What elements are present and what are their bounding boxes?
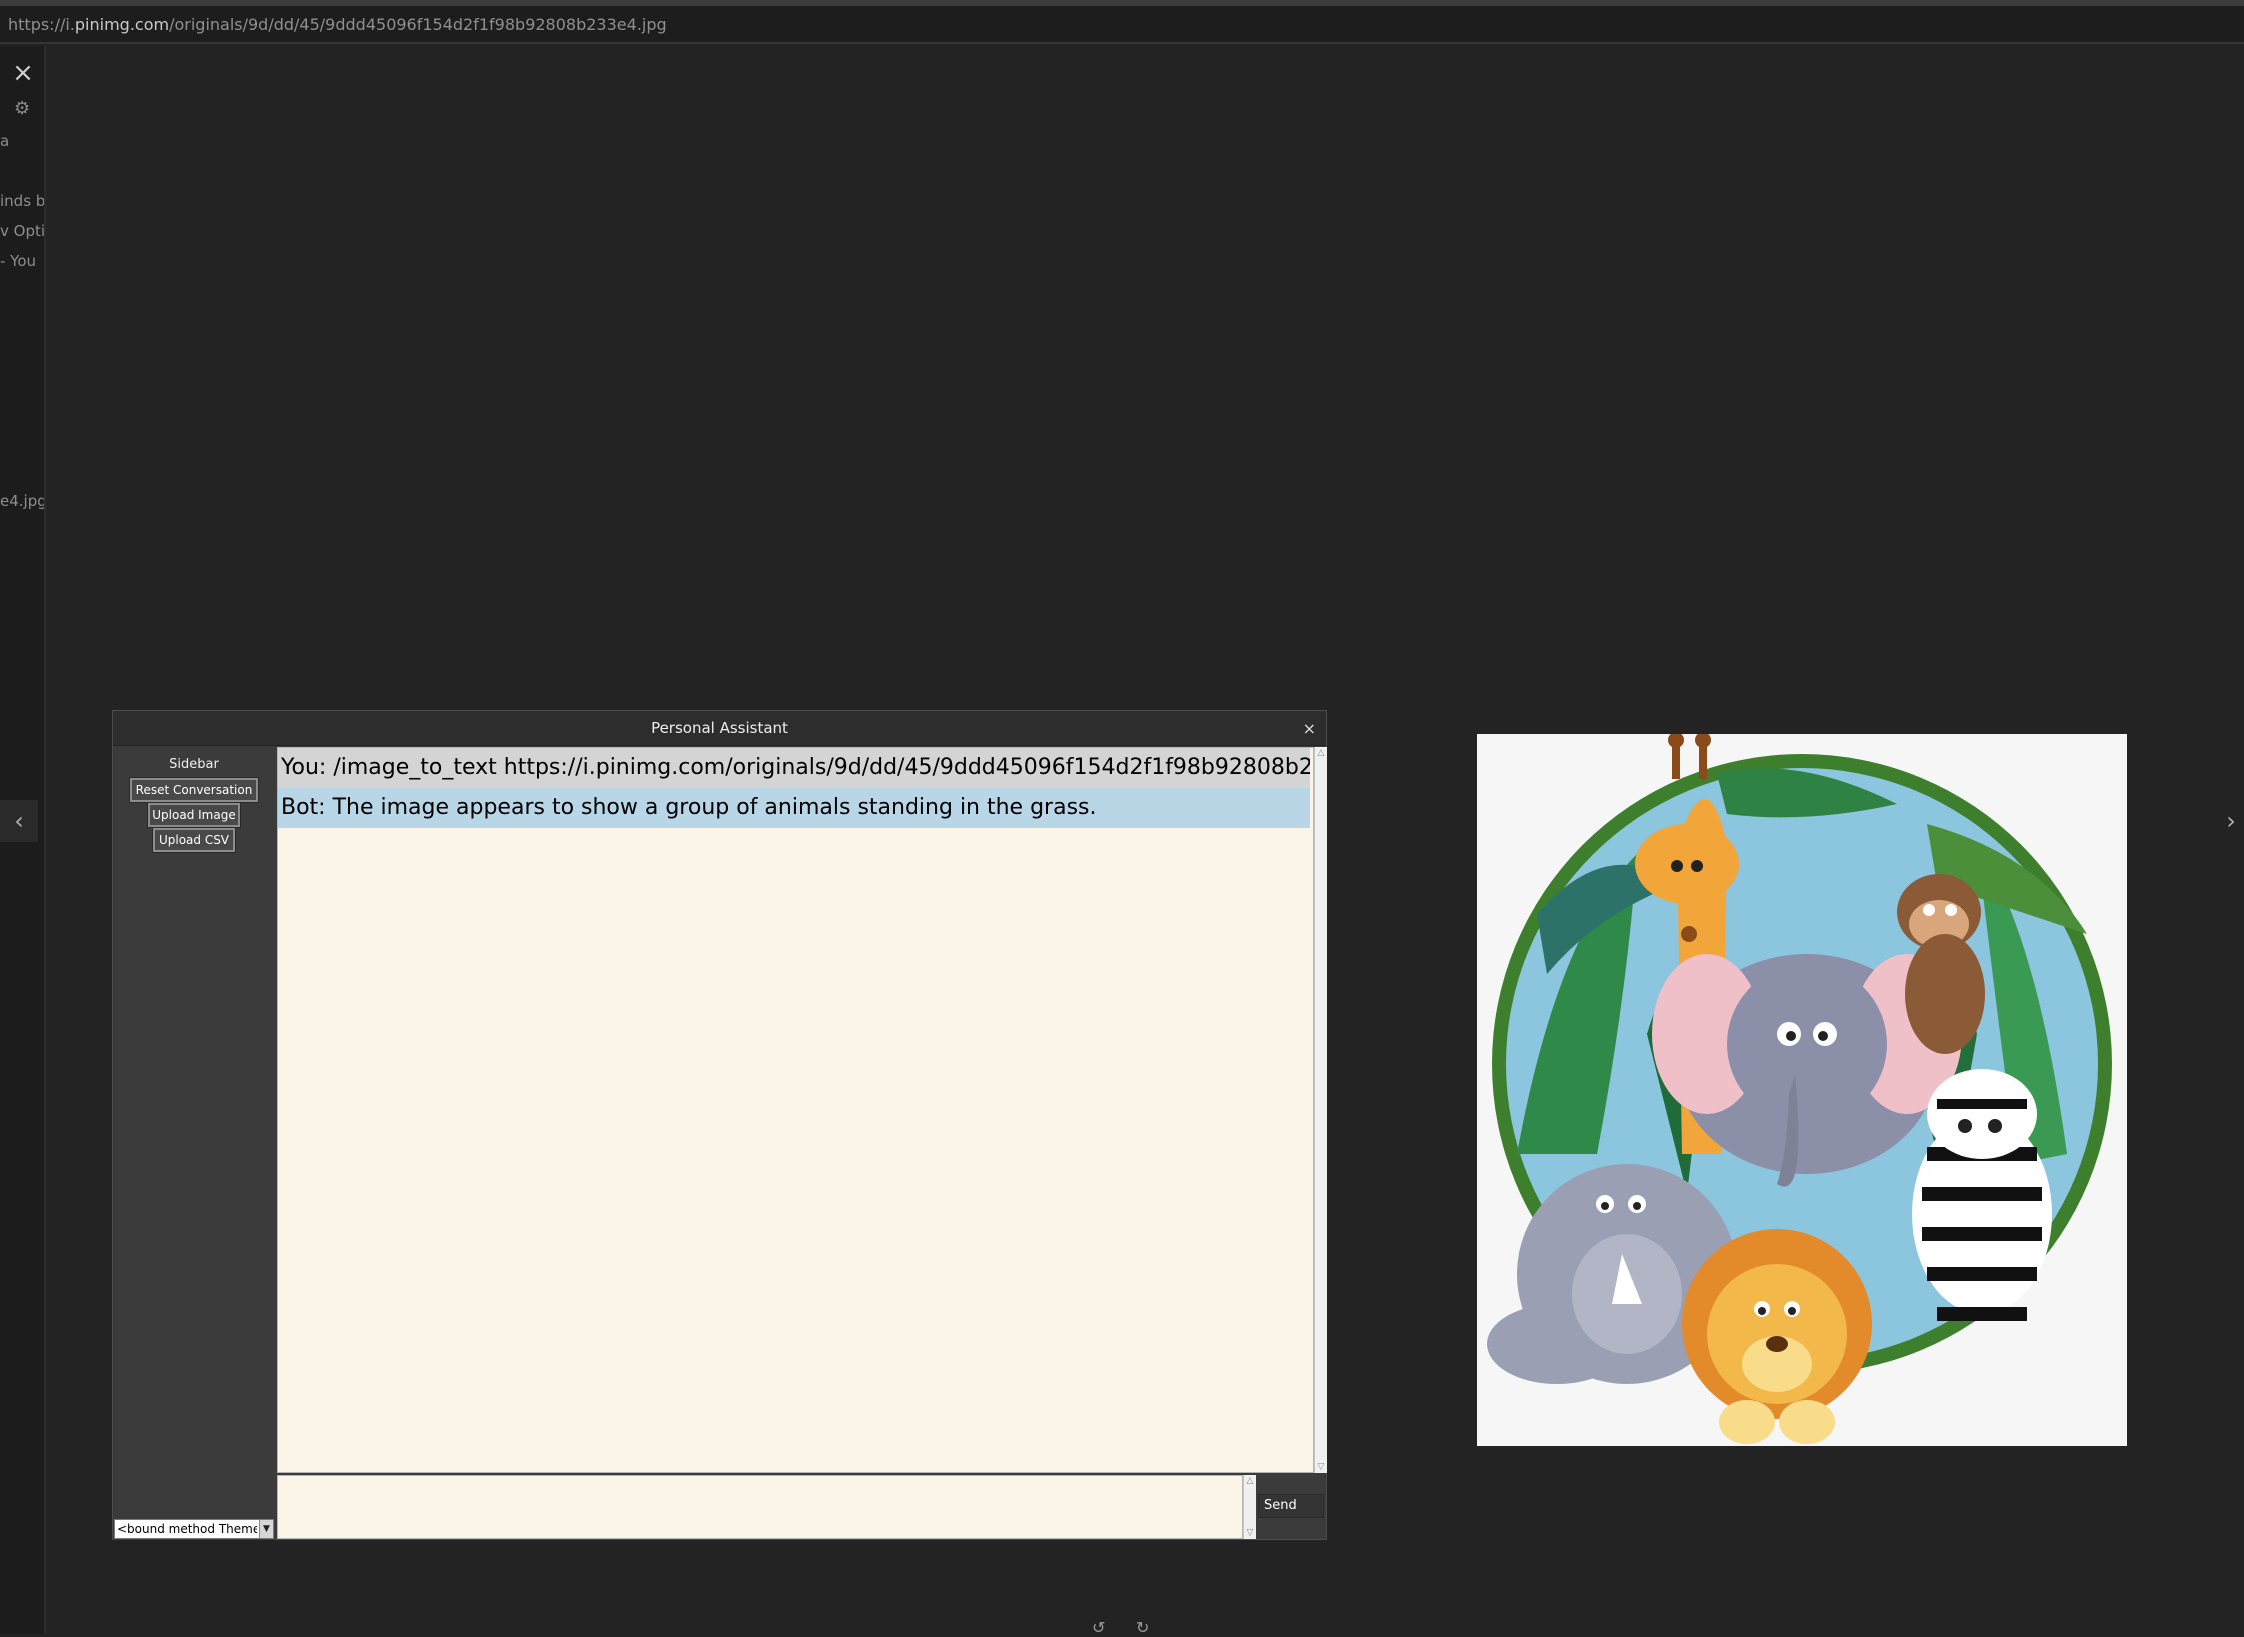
scroll-down-icon[interactable]: ▽ bbox=[1315, 1461, 1327, 1473]
window-titlebar[interactable]: Personal Assistant × bbox=[113, 711, 1326, 746]
personal-assistant-window: Personal Assistant × Sidebar Reset Conve… bbox=[112, 710, 1327, 1540]
close-icon[interactable]: × bbox=[8, 58, 38, 88]
panel-text-fragment: inds b bbox=[0, 192, 46, 210]
panel-text-fragment: a bbox=[0, 132, 10, 150]
window-title: Personal Assistant bbox=[651, 719, 788, 737]
send-button[interactable]: Send bbox=[1256, 1475, 1326, 1539]
chat-scrollbar[interactable]: △ ▽ bbox=[1314, 747, 1327, 1473]
panel-text-fragment: e4.jpg bbox=[0, 492, 46, 510]
scroll-up-icon[interactable]: △ bbox=[1315, 747, 1327, 759]
url-host: pinimg.com bbox=[74, 15, 170, 34]
bot-message: Bot: The image appears to show a group o… bbox=[278, 788, 1310, 828]
panel-text-fragment: v Opti bbox=[0, 222, 46, 240]
theme-dropdown-value: <bound method Themed bbox=[117, 1522, 257, 1536]
chevron-left-icon[interactable]: ‹ bbox=[0, 800, 38, 842]
image-url-bar: https://i.pinimg.com/originals/9d/dd/45/… bbox=[0, 6, 2244, 44]
theme-dropdown[interactable]: <bound method Themed ▼ bbox=[114, 1519, 274, 1539]
sidebar: Sidebar Reset Conversation Upload Image … bbox=[113, 747, 275, 1540]
close-icon[interactable]: × bbox=[1303, 711, 1316, 746]
jungle-animals-image bbox=[1477, 734, 2127, 1446]
upload-csv-button[interactable]: Upload CSV bbox=[152, 827, 236, 853]
send-button-label: Send bbox=[1258, 1494, 1324, 1518]
chevron-down-icon[interactable]: ▼ bbox=[259, 1520, 273, 1538]
url-path: /originals/9d/dd/45/9ddd45096f154d2f1f98… bbox=[169, 15, 667, 34]
upload-image-button[interactable]: Upload Image bbox=[147, 802, 241, 828]
panel-text-fragment: - You bbox=[0, 252, 37, 270]
chat-history[interactable]: You: /image_to_text https://i.pinimg.com… bbox=[277, 747, 1314, 1473]
rotate-left-icon[interactable]: ↺ bbox=[1092, 1618, 1105, 1637]
sidebar-title: Sidebar bbox=[169, 757, 219, 772]
user-message: You: /image_to_text https://i.pinimg.com… bbox=[278, 748, 1310, 788]
scroll-down-icon[interactable]: ▽ bbox=[1244, 1527, 1256, 1539]
url-prefix: https://i. bbox=[8, 15, 75, 34]
reset-conversation-button[interactable]: Reset Conversation bbox=[129, 777, 259, 803]
gear-icon[interactable]: ⚙ bbox=[14, 98, 30, 119]
rotate-right-icon[interactable]: ↻ bbox=[1136, 1618, 1149, 1637]
message-input[interactable] bbox=[277, 1475, 1243, 1539]
scroll-up-icon[interactable]: △ bbox=[1244, 1475, 1256, 1487]
input-scrollbar[interactable]: △ ▽ bbox=[1243, 1475, 1256, 1539]
chevron-right-icon[interactable]: › bbox=[2212, 800, 2244, 842]
